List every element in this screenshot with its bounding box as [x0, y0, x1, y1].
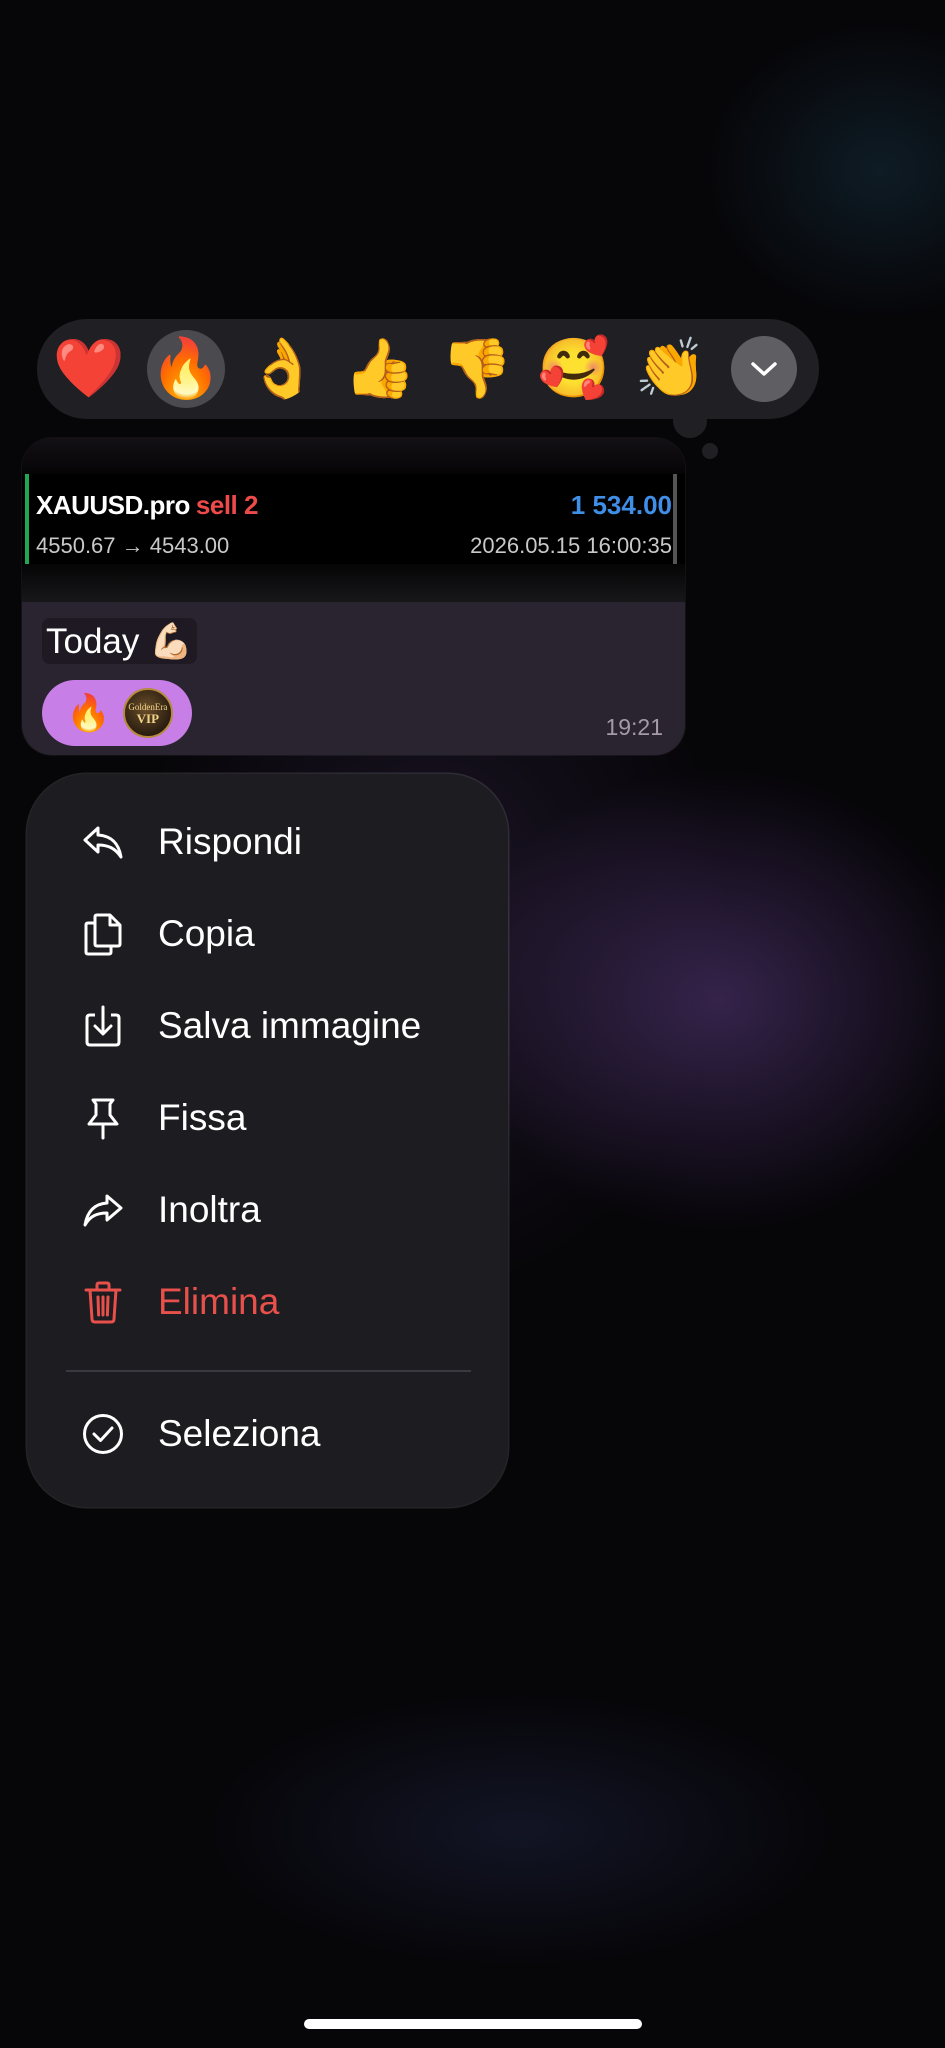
menu-item-select[interactable]: Seleziona — [27, 1388, 508, 1480]
reaction-thumbs-up[interactable]: 👍 — [341, 330, 419, 408]
message-bubble[interactable]: XAUUSD.pro sell 2 1 534.00 4550.67 → 4543… — [22, 438, 685, 755]
trade-scroll-marker — [673, 474, 677, 564]
forward-icon — [83, 1194, 123, 1227]
screen: ❤️ 🔥 👌 👍 👎 🥰 👏 XAUUSD.pro sell 2 1 534.00… — [0, 0, 945, 2048]
reaction-smiling-hearts[interactable]: 🥰 — [535, 330, 613, 408]
chevron-down-icon — [751, 362, 777, 376]
trade-symbol: XAUUSD.pro sell 2 — [36, 490, 258, 521]
save-image-icon — [85, 1005, 121, 1047]
home-indicator[interactable] — [304, 2019, 642, 2029]
menu-label-forward: Inoltra — [158, 1189, 261, 1230]
trade-symbol-text: XAUUSD.pro — [36, 490, 190, 520]
reactor-avatar: GoldenEra VIP — [122, 688, 173, 738]
message-reaction-pill[interactable]: 🔥 GoldenEra VIP — [42, 680, 192, 746]
context-menu: Rispondi Copia Salva immagine Fissa Inol… — [27, 774, 508, 1507]
menu-label-save-image: Salva immagine — [158, 1005, 422, 1046]
menu-label-select: Seleziona — [158, 1413, 321, 1454]
reaction-heart[interactable]: ❤️ — [50, 330, 128, 408]
menu-item-forward[interactable]: Inoltra — [27, 1164, 508, 1256]
reaction-clapping[interactable]: 👏 — [632, 330, 710, 408]
expand-reactions-button[interactable] — [731, 336, 797, 402]
pin-icon — [87, 1098, 119, 1140]
trade-side: sell 2 — [195, 490, 259, 520]
menu-item-reply[interactable]: Rispondi — [27, 796, 508, 888]
fire-reaction-emoji: 🔥 — [66, 692, 111, 733]
menu-divider — [66, 1370, 471, 1372]
reply-icon — [83, 826, 123, 859]
avatar-text-line2: VIP — [136, 710, 160, 726]
menu-item-delete[interactable]: Elimina — [27, 1256, 508, 1348]
menu-label-reply: Rispondi — [158, 821, 302, 862]
trade-datetime: 2026.05.15 16:00:35 — [470, 533, 672, 558]
image-top-strip — [22, 438, 685, 474]
trade-prices: 4550.67 → 4543.00 — [36, 533, 230, 558]
trade-position-marker — [25, 474, 29, 564]
check-circle-icon — [83, 1414, 123, 1454]
reaction-picker-tail — [673, 404, 707, 438]
image-bottom-strip — [22, 564, 685, 602]
menu-label-pin: Fissa — [158, 1097, 247, 1138]
trade-profit: 1 534.00 — [570, 490, 672, 520]
menu-label-copy: Copia — [158, 913, 255, 954]
message-caption: Today 💪🏻 — [42, 618, 197, 664]
menu-item-pin[interactable]: Fissa — [27, 1072, 508, 1164]
reaction-picker-tail-dot — [702, 443, 718, 459]
reaction-thumbs-down[interactable]: 👎 — [438, 330, 516, 408]
reaction-ok-hand[interactable]: 👌 — [244, 330, 322, 408]
reaction-picker: ❤️ 🔥 👌 👍 👎 🥰 👏 — [37, 319, 819, 419]
menu-item-copy[interactable]: Copia — [27, 888, 508, 980]
menu-label-delete: Elimina — [158, 1281, 280, 1322]
copy-icon — [84, 913, 122, 956]
avatar-text-line1: GoldenEra — [128, 701, 168, 712]
trash-icon — [84, 1281, 122, 1324]
menu-item-save-image[interactable]: Salva immagine — [27, 980, 508, 1072]
reaction-fire-selected[interactable]: 🔥 — [147, 330, 225, 408]
message-time: 19:21 — [605, 714, 663, 740]
trade-screenshot-image[interactable]: XAUUSD.pro sell 2 1 534.00 4550.67 → 4543… — [22, 438, 685, 602]
